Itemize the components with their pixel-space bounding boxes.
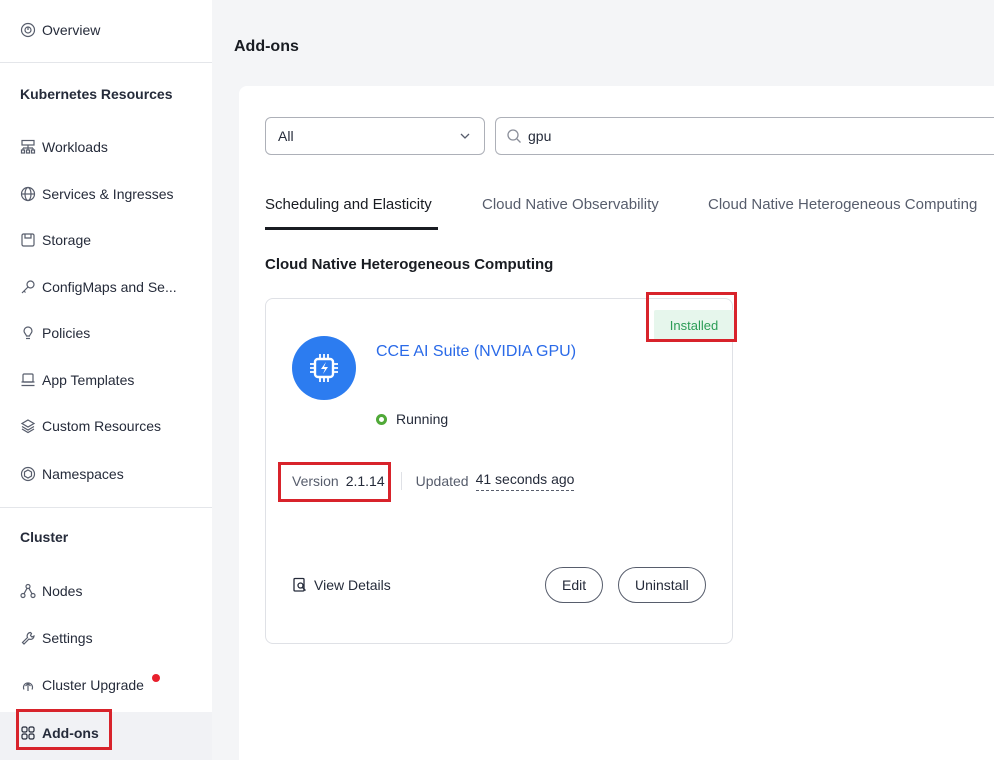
- meta-divider: [400, 472, 402, 490]
- status-text: Running: [396, 411, 449, 427]
- sidebar-item-app-templates[interactable]: App Templates: [20, 367, 134, 393]
- sidebar-item-settings[interactable]: Settings: [20, 625, 93, 651]
- addon-card: Installed CCE AI Suite (NVIDIA GPU) Runn…: [265, 292, 737, 644]
- version-value: 2.1.14: [345, 473, 385, 489]
- addon-status: Running: [376, 411, 448, 427]
- main-content: Add-ons All Scheduling and Elasticity Cl…: [212, 0, 994, 766]
- addons-icon: [20, 725, 36, 741]
- search-box[interactable]: [495, 117, 994, 155]
- category-tabs: Scheduling and Elasticity Cloud Native O…: [265, 178, 994, 230]
- tab-scheduling-elasticity[interactable]: Scheduling and Elasticity: [265, 196, 432, 213]
- sidebar-item-label: Add-ons: [42, 725, 99, 741]
- template-icon: [20, 372, 36, 388]
- category-select-value: All: [278, 128, 294, 144]
- globe-icon: [20, 186, 36, 202]
- chevron-down-icon: [460, 133, 470, 139]
- sidebar-item-label: ConfigMaps and Se...: [42, 279, 177, 295]
- overview-icon: [20, 22, 36, 38]
- sidebar-item-label: Overview: [42, 22, 101, 38]
- view-details-link[interactable]: View Details: [292, 577, 391, 593]
- sidebar-divider: [0, 62, 212, 63]
- sidebar-item-label: Storage: [42, 232, 92, 248]
- running-status-icon: [376, 413, 387, 425]
- edit-button[interactable]: Edit: [545, 567, 604, 603]
- sidebar-item-services-ingresses[interactable]: Services & Ingresses: [20, 181, 174, 207]
- uninstall-button[interactable]: Uninstall: [618, 567, 706, 603]
- sidebar-item-namespaces[interactable]: Namespaces: [20, 461, 124, 487]
- addons-panel: All Scheduling and Elasticity Cloud Nati…: [239, 86, 994, 766]
- section-title: Cloud Native Heterogeneous Computing: [265, 256, 554, 273]
- updated-value[interactable]: 41 seconds ago: [475, 471, 575, 491]
- sidebar-item-overview[interactable]: Overview: [20, 17, 100, 43]
- sidebar-item-workloads[interactable]: Workloads: [20, 134, 108, 160]
- tab-heterogeneous-computing[interactable]: Cloud Native Heterogeneous Computing: [708, 196, 977, 213]
- nodes-icon: [20, 583, 36, 599]
- sidebar-item-label: Settings: [42, 630, 93, 646]
- sidebar-section-kubernetes: Kubernetes Resources: [20, 86, 173, 102]
- key-icon: [20, 279, 36, 295]
- cube-icon: [20, 466, 36, 482]
- addon-meta: Version 2.1.14 Updated 41 seconds ago: [292, 471, 575, 491]
- policy-icon: [20, 325, 36, 341]
- sidebar-item-cluster-upgrade[interactable]: Cluster Upgrade: [20, 672, 160, 698]
- sidebar-item-storage[interactable]: Storage: [20, 227, 91, 253]
- sidebar-item-addons[interactable]: Add-ons: [20, 720, 99, 746]
- storage-icon: [20, 232, 36, 248]
- sidebar-divider: [0, 507, 212, 508]
- active-tab-indicator: [265, 227, 438, 230]
- workloads-icon: [20, 139, 36, 155]
- sidebar-item-custom-resources[interactable]: Custom Resources: [20, 413, 161, 439]
- version-label: Version: [292, 473, 339, 489]
- search-input[interactable]: [526, 127, 966, 145]
- sidebar-item-label: Cluster Upgrade: [42, 677, 144, 693]
- sidebar-item-label: Nodes: [42, 583, 83, 599]
- sidebar-item-label: Policies: [42, 325, 91, 341]
- upgrade-icon: [20, 677, 36, 693]
- wrench-icon: [20, 630, 36, 646]
- layers-icon: [20, 418, 36, 434]
- sidebar-item-label: Namespaces: [42, 466, 124, 482]
- sidebar-item-label: App Templates: [42, 372, 135, 388]
- updated-label: Updated: [415, 473, 469, 489]
- sidebar-item-label: Workloads: [42, 139, 108, 155]
- sidebar-item-nodes[interactable]: Nodes: [20, 578, 82, 604]
- tab-cloud-native-observability[interactable]: Cloud Native Observability: [482, 196, 659, 213]
- sidebar-item-configmaps[interactable]: ConfigMaps and Se...: [20, 274, 177, 300]
- sidebar: Overview Kubernetes Resources Workloads …: [0, 0, 212, 760]
- installed-badge: Installed: [654, 310, 734, 340]
- sidebar-item-label: Services & Ingresses: [42, 186, 174, 202]
- search-icon: [507, 129, 521, 143]
- view-details-label: View Details: [314, 577, 391, 593]
- sidebar-item-label: Custom Resources: [42, 418, 162, 434]
- addon-name-link[interactable]: CCE AI Suite (NVIDIA GPU): [376, 343, 576, 361]
- sidebar-section-cluster: Cluster: [20, 529, 69, 545]
- sidebar-item-policies[interactable]: Policies: [20, 320, 90, 346]
- gpu-chip-icon: [292, 336, 356, 400]
- category-select[interactable]: All: [265, 117, 485, 155]
- view-details-icon: [293, 577, 306, 592]
- update-badge-dot: [151, 674, 160, 682]
- page-title: Add-ons: [234, 38, 299, 55]
